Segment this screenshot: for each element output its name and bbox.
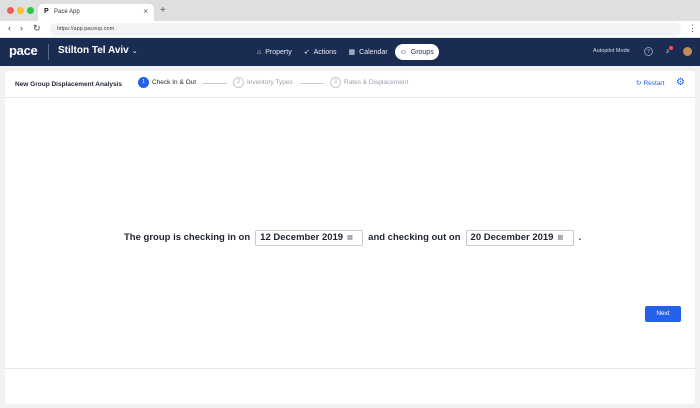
checkin-date-field[interactable]: 12 December 2019 ▤ [255, 229, 364, 246]
home-icon: ⌂ [257, 48, 262, 56]
main-nav: ⌂ Property ➶ Actions ▦ Calendar ☺ Groups [252, 44, 441, 60]
groups-icon: ☺ [399, 48, 407, 56]
nav-actions-label: Actions [313, 48, 337, 56]
page-title: New Group Displacement Analysis [15, 81, 123, 88]
checkout-date-value: 20 December 2019 [470, 232, 554, 243]
header-divider-line [5, 97, 695, 98]
step-number: 3 [330, 77, 341, 88]
pace-logo[interactable]: pace [9, 43, 38, 58]
step-label: Inventory Types [247, 79, 293, 86]
date-sentence: The group is checking in on 12 December … [124, 229, 581, 246]
sentence-text-after: . [578, 232, 582, 243]
rocket-icon: ➶ [303, 49, 310, 56]
step-label: Check In & Out [152, 79, 197, 86]
nav-groups-label: Groups [410, 48, 434, 56]
header-divider [48, 44, 49, 60]
browser-menu-icon[interactable]: ⋮ [688, 23, 697, 34]
nav-calendar-label: Calendar [359, 48, 388, 56]
chevron-down-icon: ⌄ [131, 48, 138, 55]
step-label: Rates & Displacement [344, 79, 409, 86]
avatar[interactable] [683, 47, 692, 56]
checkout-date-field[interactable]: 20 December 2019 ▤ [465, 229, 574, 246]
back-icon[interactable]: ‹ [8, 23, 11, 33]
forward-icon[interactable]: › [20, 23, 23, 33]
sentence-text-middle: and checking out on [368, 232, 461, 243]
step-number: 1 [138, 77, 149, 88]
window-minimize-dot[interactable] [17, 7, 24, 14]
step-rates-displacement[interactable]: 3 Rates & Displacement [330, 77, 408, 88]
property-name: Stilton Tel Aviv [58, 45, 129, 56]
pace-favicon-icon: P [44, 8, 49, 15]
restart-label: Restart [643, 80, 665, 87]
property-selector[interactable]: Stilton Tel Aviv ⌄ [58, 45, 138, 56]
next-button[interactable]: Next [645, 306, 681, 322]
gear-icon[interactable]: ⚙ [676, 77, 685, 88]
step-check-in-out[interactable]: 1 Check In & Out [138, 77, 196, 88]
nav-property-label: Property [265, 48, 292, 56]
sentence-text-before: The group is checking in on [124, 232, 251, 243]
restart-button[interactable]: ↻ Restart [636, 79, 664, 87]
new-tab-icon[interactable]: + [160, 5, 166, 16]
nav-calendar[interactable]: ▦ Calendar [344, 44, 393, 60]
window-maximize-dot[interactable] [27, 7, 34, 14]
calendar-icon: ▦ [348, 49, 356, 56]
reload-icon[interactable]: ↻ [33, 23, 41, 34]
step-connector [203, 83, 227, 84]
nav-groups[interactable]: ☺ Groups [394, 44, 439, 60]
app-header: pace Stilton Tel Aviv ⌄ ⌂ Property ➶ Acti… [0, 38, 700, 66]
address-bar: ‹ › ↻ https://app.paceup.com ⋮ [0, 21, 700, 38]
browser-tab[interactable]: P Pace App × [38, 4, 154, 21]
notification-dot [669, 46, 673, 50]
restart-icon: ↻ [636, 80, 642, 87]
wizard-card: New Group Displacement Analysis 1 Check … [5, 71, 695, 404]
calendar-icon: ▤ [557, 235, 564, 241]
help-icon[interactable]: ? [644, 47, 653, 56]
tab-title: Pace App [54, 9, 80, 15]
nav-actions[interactable]: ➶ Actions [299, 44, 342, 60]
step-connector [300, 83, 324, 84]
footer-divider-line [5, 368, 695, 369]
autopilot-mode-toggle[interactable]: Autopilot Mode [593, 48, 630, 54]
step-inventory-types[interactable]: 2 Inventory Types [233, 77, 293, 88]
step-number: 2 [233, 77, 244, 88]
nav-property[interactable]: ⌂ Property [252, 44, 297, 60]
checkin-date-value: 12 December 2019 [260, 232, 344, 243]
calendar-icon: ▤ [347, 235, 353, 241]
tab-close-icon[interactable]: × [143, 7, 148, 16]
window-close-dot[interactable] [7, 7, 14, 14]
browser-tab-bar: P Pace App × + [0, 0, 700, 21]
url-input[interactable]: https://app.paceup.com [50, 23, 681, 36]
